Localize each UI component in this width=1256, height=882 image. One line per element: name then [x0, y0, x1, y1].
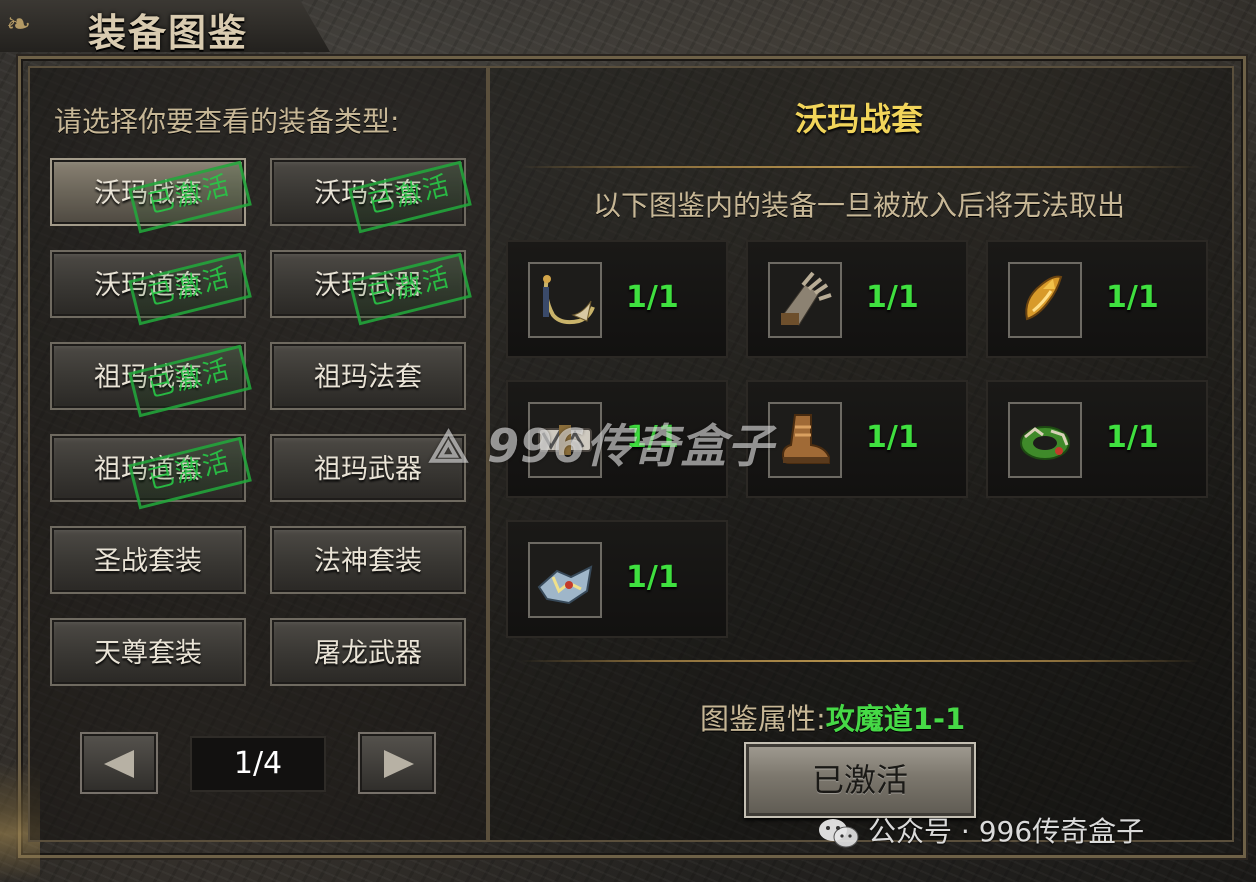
equipment-slot[interactable]: [528, 262, 602, 338]
attribute-value: 攻魔道1-1: [825, 702, 966, 736]
equipment-slot[interactable]: [1008, 402, 1082, 478]
category-label: 法神套装: [314, 546, 422, 577]
activated-stamp: 已激活: [128, 252, 252, 326]
activate-button[interactable]: 已激活: [744, 742, 976, 818]
page-indicator: 1/4: [190, 736, 326, 792]
equipment-count: 1/1: [1106, 280, 1159, 315]
next-page-button[interactable]: [358, 732, 436, 794]
set-title: 沃玛战套: [794, 100, 923, 138]
activated-stamp: 已激活: [128, 436, 252, 510]
activated-stamp: 已激活: [128, 344, 252, 418]
attribute-label: 图鉴属性:: [700, 702, 826, 736]
category-label: 天尊套装: [94, 638, 202, 669]
activated-stamp: 已激活: [348, 252, 472, 326]
equipment-slot[interactable]: [1008, 262, 1082, 338]
set-notice: 以下图鉴内的装备一旦被放入后将无法取出: [592, 189, 1125, 222]
prev-page-button[interactable]: [80, 732, 158, 794]
attribute-row: 图鉴属性:攻魔道1-1: [700, 696, 965, 738]
category-button[interactable]: 祖玛道套 已激活: [50, 434, 252, 510]
category-label: 圣战套装: [94, 546, 202, 577]
title-divider: [520, 166, 1200, 168]
category-button[interactable]: 法神套装: [270, 526, 466, 594]
attribute-divider: [520, 660, 1200, 662]
equipment-count: 1/1: [866, 280, 919, 315]
category-button[interactable]: 沃玛战套 已激活: [50, 158, 252, 234]
equipment-card: 1/1: [986, 380, 1208, 498]
equipment-count: 1/1: [626, 560, 679, 595]
category-button[interactable]: 祖玛战套 已激活: [50, 342, 252, 418]
watermark-center: ⟁ 996传奇盒子: [428, 410, 848, 473]
watermark-logo-icon: ⟁: [428, 419, 471, 473]
equipment-card: 1/1: [506, 520, 728, 638]
equipment-card: 1/1: [506, 240, 728, 358]
category-label: 祖玛法套: [314, 362, 422, 393]
equipment-card: 1/1: [746, 240, 968, 358]
category-label: 祖玛武器: [314, 454, 422, 485]
window-title: 装备图鉴: [88, 10, 249, 55]
dragon-ornament-icon: ❧: [6, 7, 32, 42]
category-button[interactable]: 沃玛道套 已激活: [50, 250, 252, 326]
category-button[interactable]: 沃玛法套 已激活: [270, 158, 472, 234]
activated-stamp: 已激活: [128, 160, 252, 234]
category-button[interactable]: 圣战套装: [50, 526, 246, 594]
watermark-bottom: 公众号 · 996传奇盒子: [818, 810, 1144, 850]
equipment-slot[interactable]: [768, 262, 842, 338]
equipment-count: 1/1: [1106, 420, 1159, 455]
category-button[interactable]: 屠龙武器: [270, 618, 466, 686]
category-label: 屠龙武器: [314, 638, 422, 669]
equipment-count: 1/1: [626, 280, 679, 315]
watermark-center-text: 996传奇盒子: [487, 419, 775, 473]
equipment-count: 1/1: [866, 420, 919, 455]
watermark-bottom-text: 公众号 · 996传奇盒子: [868, 815, 1145, 848]
category-button[interactable]: 沃玛武器 已激活: [270, 250, 472, 326]
wechat-icon: [819, 819, 859, 848]
category-prompt: 请选择你要查看的装备类型:: [54, 105, 400, 138]
equipment-card: 1/1: [986, 240, 1208, 358]
triangle-left-icon: [104, 750, 134, 778]
triangle-right-icon: [384, 750, 414, 778]
category-button[interactable]: 祖玛法套: [270, 342, 466, 410]
activated-stamp: 已激活: [348, 160, 472, 234]
equipment-slot[interactable]: [528, 542, 602, 618]
category-button[interactable]: 天尊套装: [50, 618, 246, 686]
